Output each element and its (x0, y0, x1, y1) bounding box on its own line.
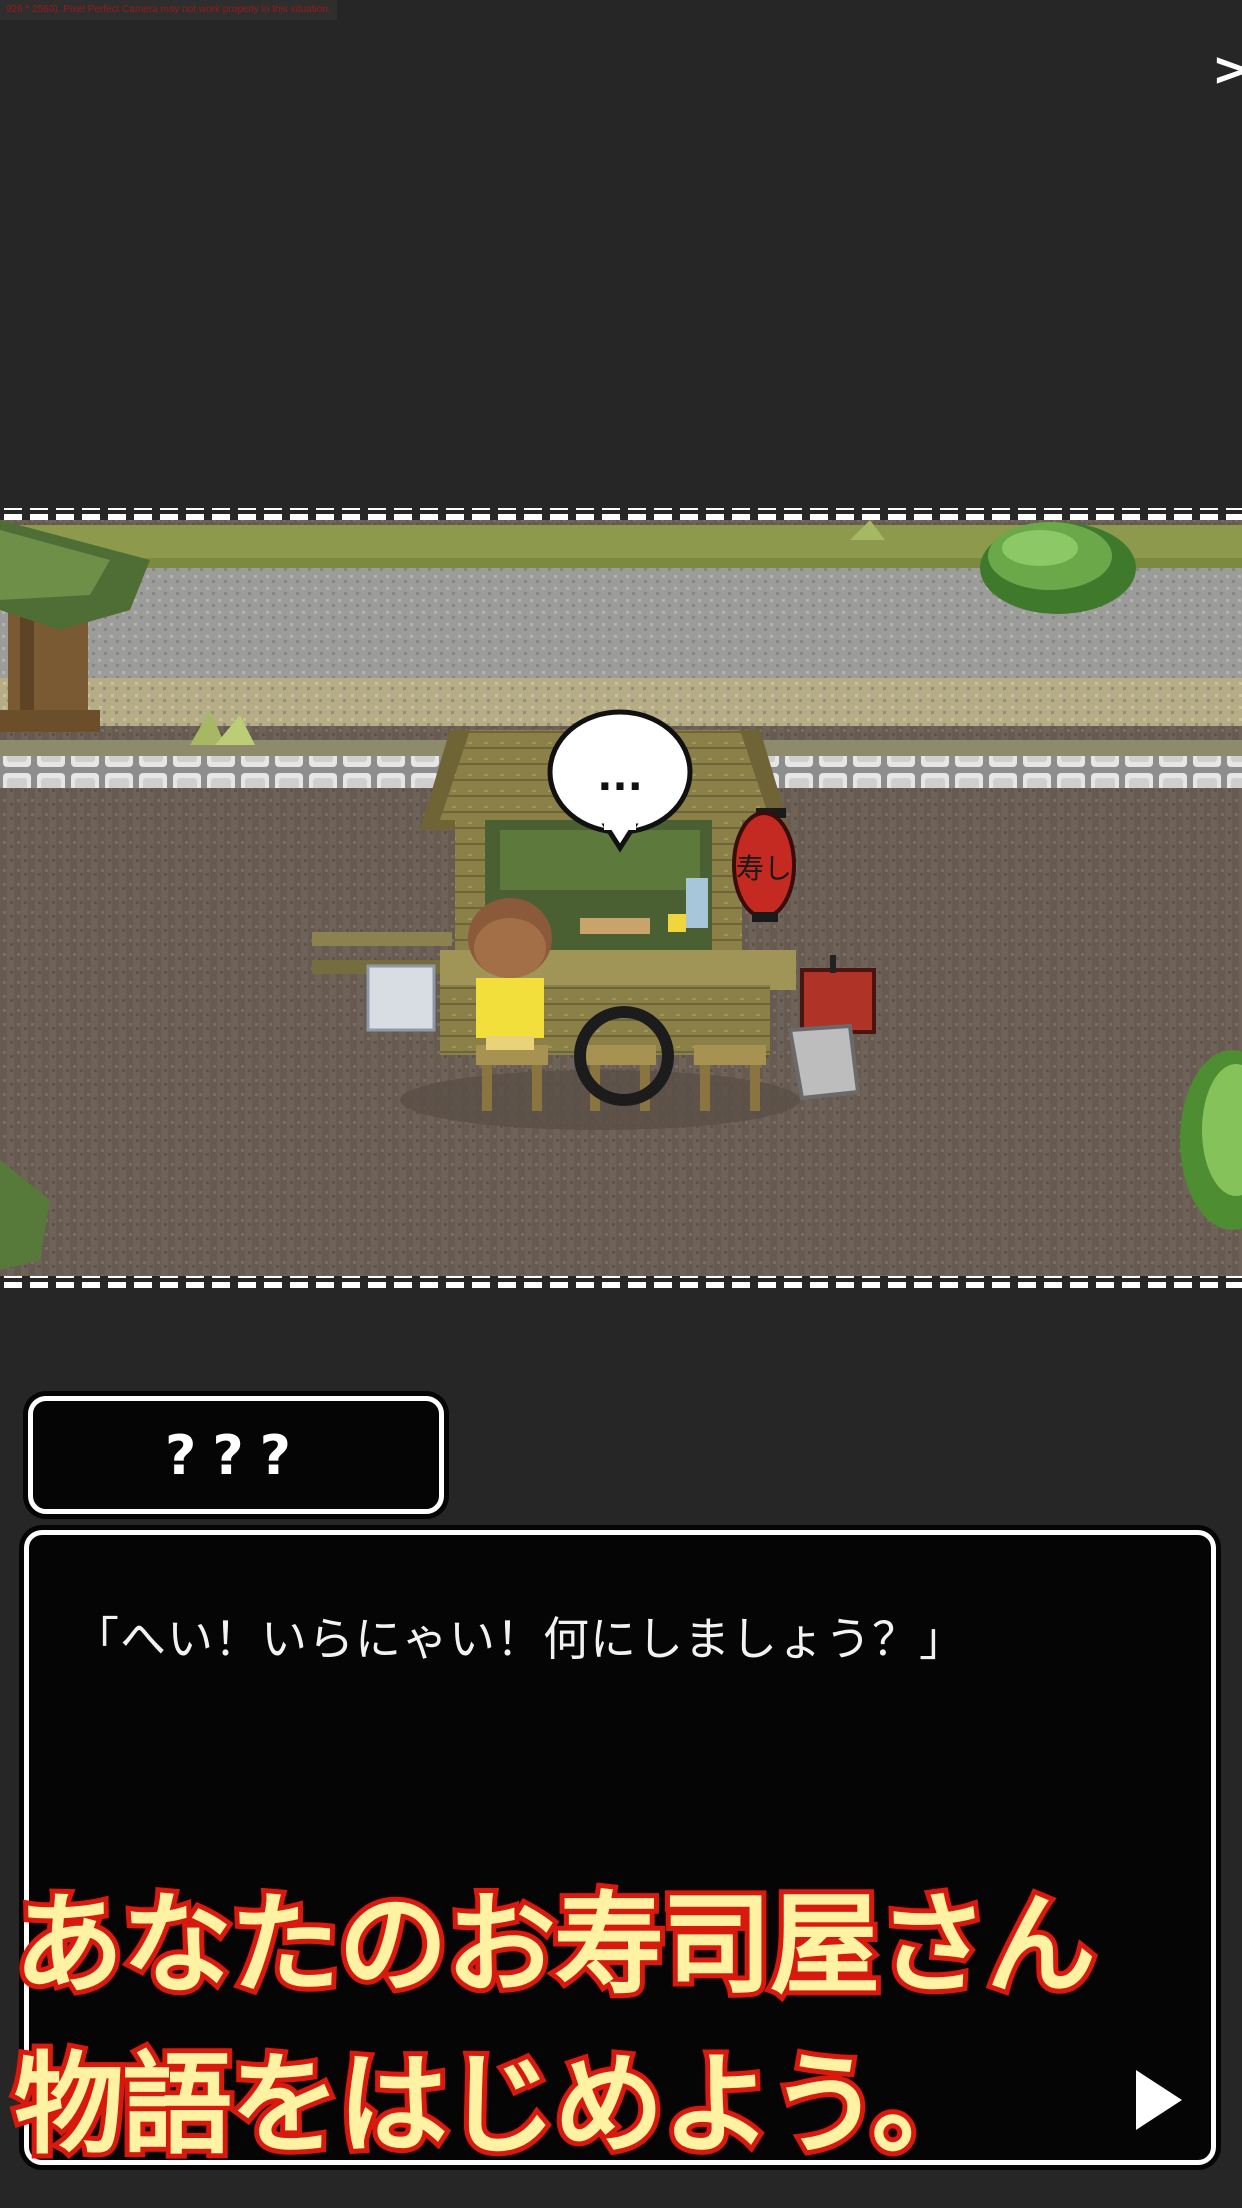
game-scene: ... 寿し (0, 500, 1242, 1300)
debug-warning-text: 926 * 2560). Pixel Perfect Camera may no… (0, 0, 337, 20)
next-arrow-icon[interactable] (1136, 2070, 1182, 2130)
promo-caption-line2: 物語をはじめよう。 (9, 2036, 986, 2174)
speech-bubble-text: ... (597, 754, 643, 800)
speaker-name-box: ??? (28, 1396, 444, 1514)
bush-top-right (980, 522, 1136, 614)
dialog-text: 「へい！いらにゃい！何にしましょう？」 (73, 1612, 966, 1666)
skip-button[interactable]: > (1212, 44, 1242, 94)
lantern-text: 寿し (736, 852, 792, 885)
promo-caption-line1: あなたのお寿司屋さん (9, 1876, 1101, 2014)
speaker-name: ??? (165, 1423, 307, 1487)
lantern: 寿し (732, 808, 796, 922)
